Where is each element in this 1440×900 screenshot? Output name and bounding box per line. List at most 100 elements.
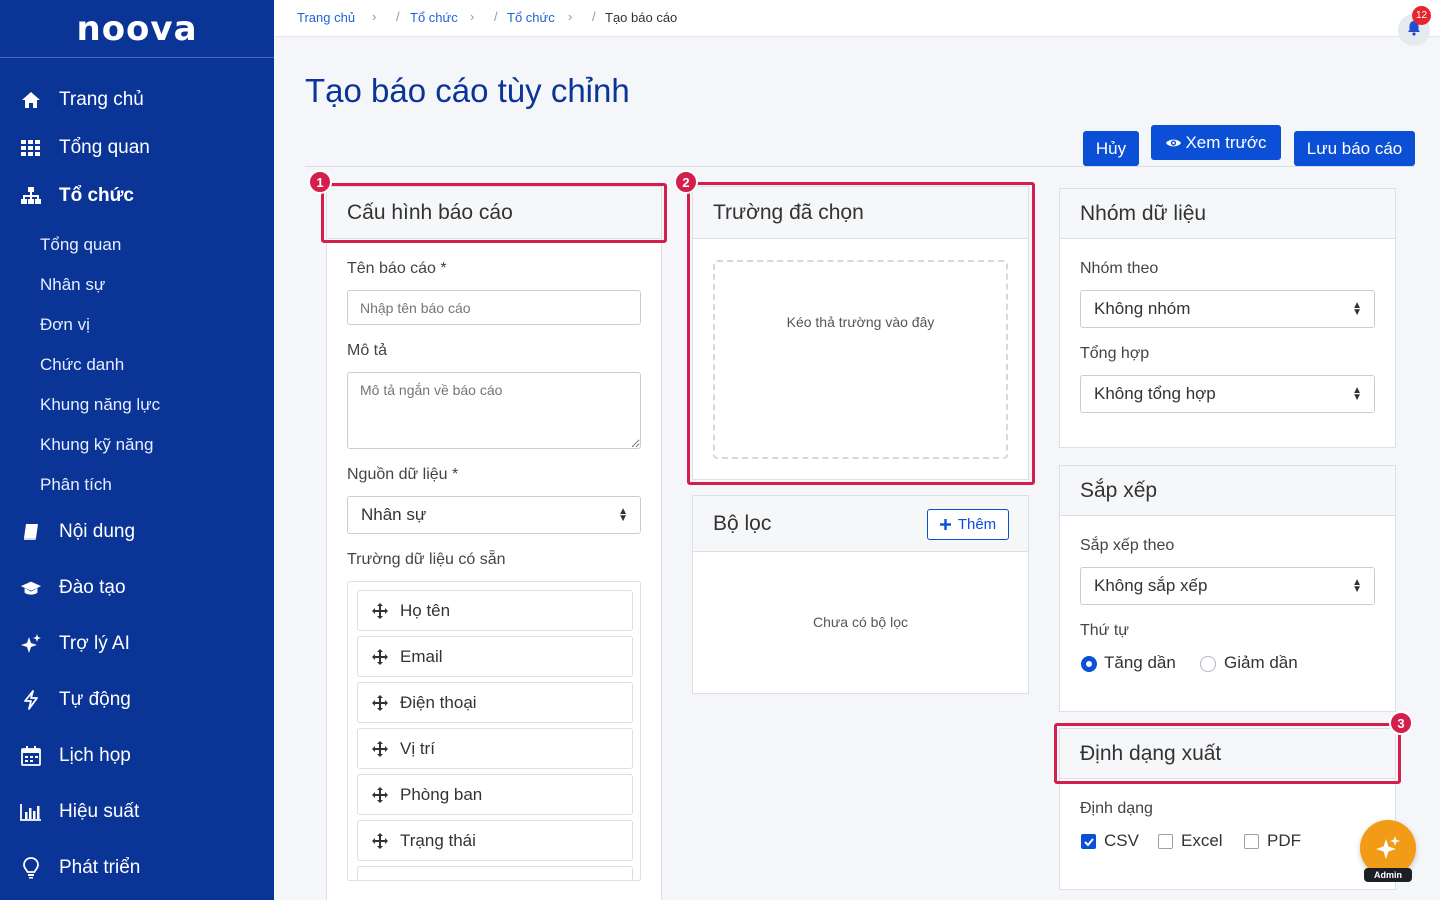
move-icon xyxy=(372,648,388,665)
pdf-checkbox[interactable] xyxy=(1244,834,1259,849)
bar-chart-icon xyxy=(20,801,42,823)
sidebar-item-meetings[interactable]: Lịch họp xyxy=(0,734,274,778)
home-icon xyxy=(20,89,42,111)
move-icon xyxy=(372,832,388,849)
select-arrows-icon: ▲ ▼ xyxy=(1352,577,1362,595)
list-item[interactable]: Phòng ban xyxy=(357,774,633,815)
sorting-card: Sắp xếp Sắp xếp theo Không sắp xếp ▲ ▼ Th… xyxy=(1059,465,1396,712)
group-by-select[interactable]: Không nhóm ▲ ▼ xyxy=(1080,290,1375,328)
aggregate-select[interactable]: Không tổng hợp ▲ ▼ xyxy=(1080,375,1375,413)
assistant-role-badge: Admin xyxy=(1364,868,1412,882)
move-icon xyxy=(372,786,388,803)
list-item[interactable]: Vị trí xyxy=(357,728,633,769)
field-name: Email xyxy=(400,646,443,666)
group-by-value: Không nhóm xyxy=(1094,299,1191,318)
add-filter-button[interactable]: Thêm xyxy=(927,509,1009,540)
list-item[interactable]: Trạng thái xyxy=(357,820,633,861)
breadcrumb-home[interactable]: Trang chủ xyxy=(297,10,355,25)
field-name: Điện thoại xyxy=(400,692,477,712)
select-arrows-icon: ▲ ▼ xyxy=(618,506,628,524)
csv-checkbox[interactable] xyxy=(1081,834,1096,849)
data-source-value: Nhân sự xyxy=(361,505,427,524)
pdf-label[interactable]: PDF xyxy=(1267,831,1301,851)
sidebar-subitem-personnel[interactable]: Nhân sự xyxy=(40,273,105,297)
sidebar-item-organization[interactable]: Tổ chức xyxy=(0,174,274,218)
data-source-label: Nguồn dữ liệu * xyxy=(347,466,459,483)
sidebar-item-training[interactable]: Đào tạo xyxy=(0,566,274,610)
sidebar-subitem-competency[interactable]: Khung năng lực xyxy=(40,393,160,417)
order-ascending-label[interactable]: Tăng dần xyxy=(1104,653,1176,673)
sparkle-icon xyxy=(1375,835,1401,861)
sidebar-subitem-analytics[interactable]: Phân tích xyxy=(40,473,112,497)
sidebar-item-content[interactable]: Nội dung xyxy=(0,510,274,554)
sidebar-item-ai-assistant[interactable]: Trợ lý AI xyxy=(0,622,274,666)
excel-label[interactable]: Excel xyxy=(1181,831,1223,851)
list-item[interactable]: Email xyxy=(357,636,633,677)
description-textarea[interactable] xyxy=(347,372,641,449)
sidebar-item-overview[interactable]: Tổng quan xyxy=(0,126,274,170)
sort-by-select[interactable]: Không sắp xếp ▲ ▼ xyxy=(1080,567,1375,605)
aggregate-value: Không tổng hợp xyxy=(1094,384,1216,403)
select-arrows-icon: ▲ ▼ xyxy=(1352,385,1362,403)
list-item[interactable]: Họ tên xyxy=(357,590,633,631)
aggregate-label: Tổng hợp xyxy=(1080,345,1150,362)
report-name-input[interactable] xyxy=(347,290,641,325)
card-title: Sắp xếp xyxy=(1060,466,1395,516)
bolt-icon xyxy=(20,689,42,711)
sidebar-item-label: Nội dung xyxy=(59,521,136,542)
sidebar-item-home[interactable]: Trang chủ xyxy=(0,78,274,122)
list-item-partial[interactable] xyxy=(357,866,633,880)
save-report-button[interactable]: Lưu báo cáo xyxy=(1294,131,1415,166)
available-fields-list[interactable]: Họ tên Email Điện thoại Vị trí Phòng ban… xyxy=(347,581,641,881)
save-report-button-label: Lưu báo cáo xyxy=(1306,138,1403,158)
field-name: Vị trí xyxy=(400,738,435,758)
sidebar-item-automation[interactable]: Tự động xyxy=(0,678,274,722)
filters-title: Bộ lọc xyxy=(713,511,772,535)
report-config-card: Cấu hình báo cáo Tên báo cáo * Mô tả Ngu… xyxy=(326,186,662,900)
sidebar: noova Trang chủ Tổng quan Tổ chức Tổng q… xyxy=(0,0,274,900)
sidebar-item-label: Phát triển xyxy=(59,857,141,878)
sidebar-item-label: Đào tạo xyxy=(59,577,126,598)
sidebar-item-label: Hiệu suất xyxy=(59,801,140,822)
preview-button-label: Xem trước xyxy=(1185,132,1267,152)
breadcrumb-chevron-icon: › xyxy=(470,9,475,24)
description-label: Mô tả xyxy=(347,342,388,359)
sidebar-item-label: Trang chủ xyxy=(59,89,144,110)
breadcrumb-organization[interactable]: Tổ chức xyxy=(410,10,458,25)
lightbulb-icon xyxy=(20,857,42,879)
calendar-icon xyxy=(20,745,42,767)
logo[interactable]: noova xyxy=(0,0,274,58)
sidebar-item-development[interactable]: Phát triển xyxy=(0,846,274,890)
available-fields-label: Trường dữ liệu có sẵn xyxy=(347,551,506,568)
highlight-box xyxy=(321,183,667,243)
sort-by-value: Không sắp xếp xyxy=(1094,576,1208,595)
csv-label[interactable]: CSV xyxy=(1104,831,1139,851)
plus-icon xyxy=(939,519,951,530)
sidebar-subitem-overview[interactable]: Tổng quan xyxy=(40,233,121,257)
breadcrumb-separator: / xyxy=(592,9,596,24)
order-descending-label[interactable]: Giảm dần xyxy=(1224,653,1298,673)
sparkle-icon xyxy=(20,633,42,655)
order-ascending-radio[interactable] xyxy=(1081,656,1097,672)
breadcrumb-organization-2[interactable]: Tổ chức xyxy=(507,10,555,25)
data-source-select[interactable]: Nhân sự ▲ ▼ xyxy=(347,496,641,534)
excel-checkbox[interactable] xyxy=(1158,834,1173,849)
order-descending-radio[interactable] xyxy=(1200,656,1216,672)
sidebar-item-label: Tổng quan xyxy=(59,137,150,158)
eye-icon xyxy=(1165,137,1182,149)
sidebar-subitem-positions[interactable]: Chức danh xyxy=(40,353,124,377)
sidebar-subitem-units[interactable]: Đơn vị xyxy=(40,313,90,337)
cancel-button[interactable]: Hủy xyxy=(1083,131,1139,166)
step-marker: 2 xyxy=(674,170,698,194)
page-title: Tạo báo cáo tùy chỉnh xyxy=(305,72,630,109)
preview-button[interactable]: Xem trước xyxy=(1151,125,1281,160)
sidebar-subitem-skills[interactable]: Khung kỹ năng xyxy=(40,433,153,457)
sidebar-item-label: Tổ chức xyxy=(59,185,134,206)
sidebar-item-performance[interactable]: Hiệu suất xyxy=(0,790,274,834)
breadcrumb-separator: / xyxy=(396,9,400,24)
add-filter-label: Thêm xyxy=(957,516,997,533)
list-item[interactable]: Điện thoại xyxy=(357,682,633,723)
highlight-box xyxy=(687,182,1035,485)
field-name: Trạng thái xyxy=(400,830,476,850)
card-title: Nhóm dữ liệu xyxy=(1060,189,1395,239)
